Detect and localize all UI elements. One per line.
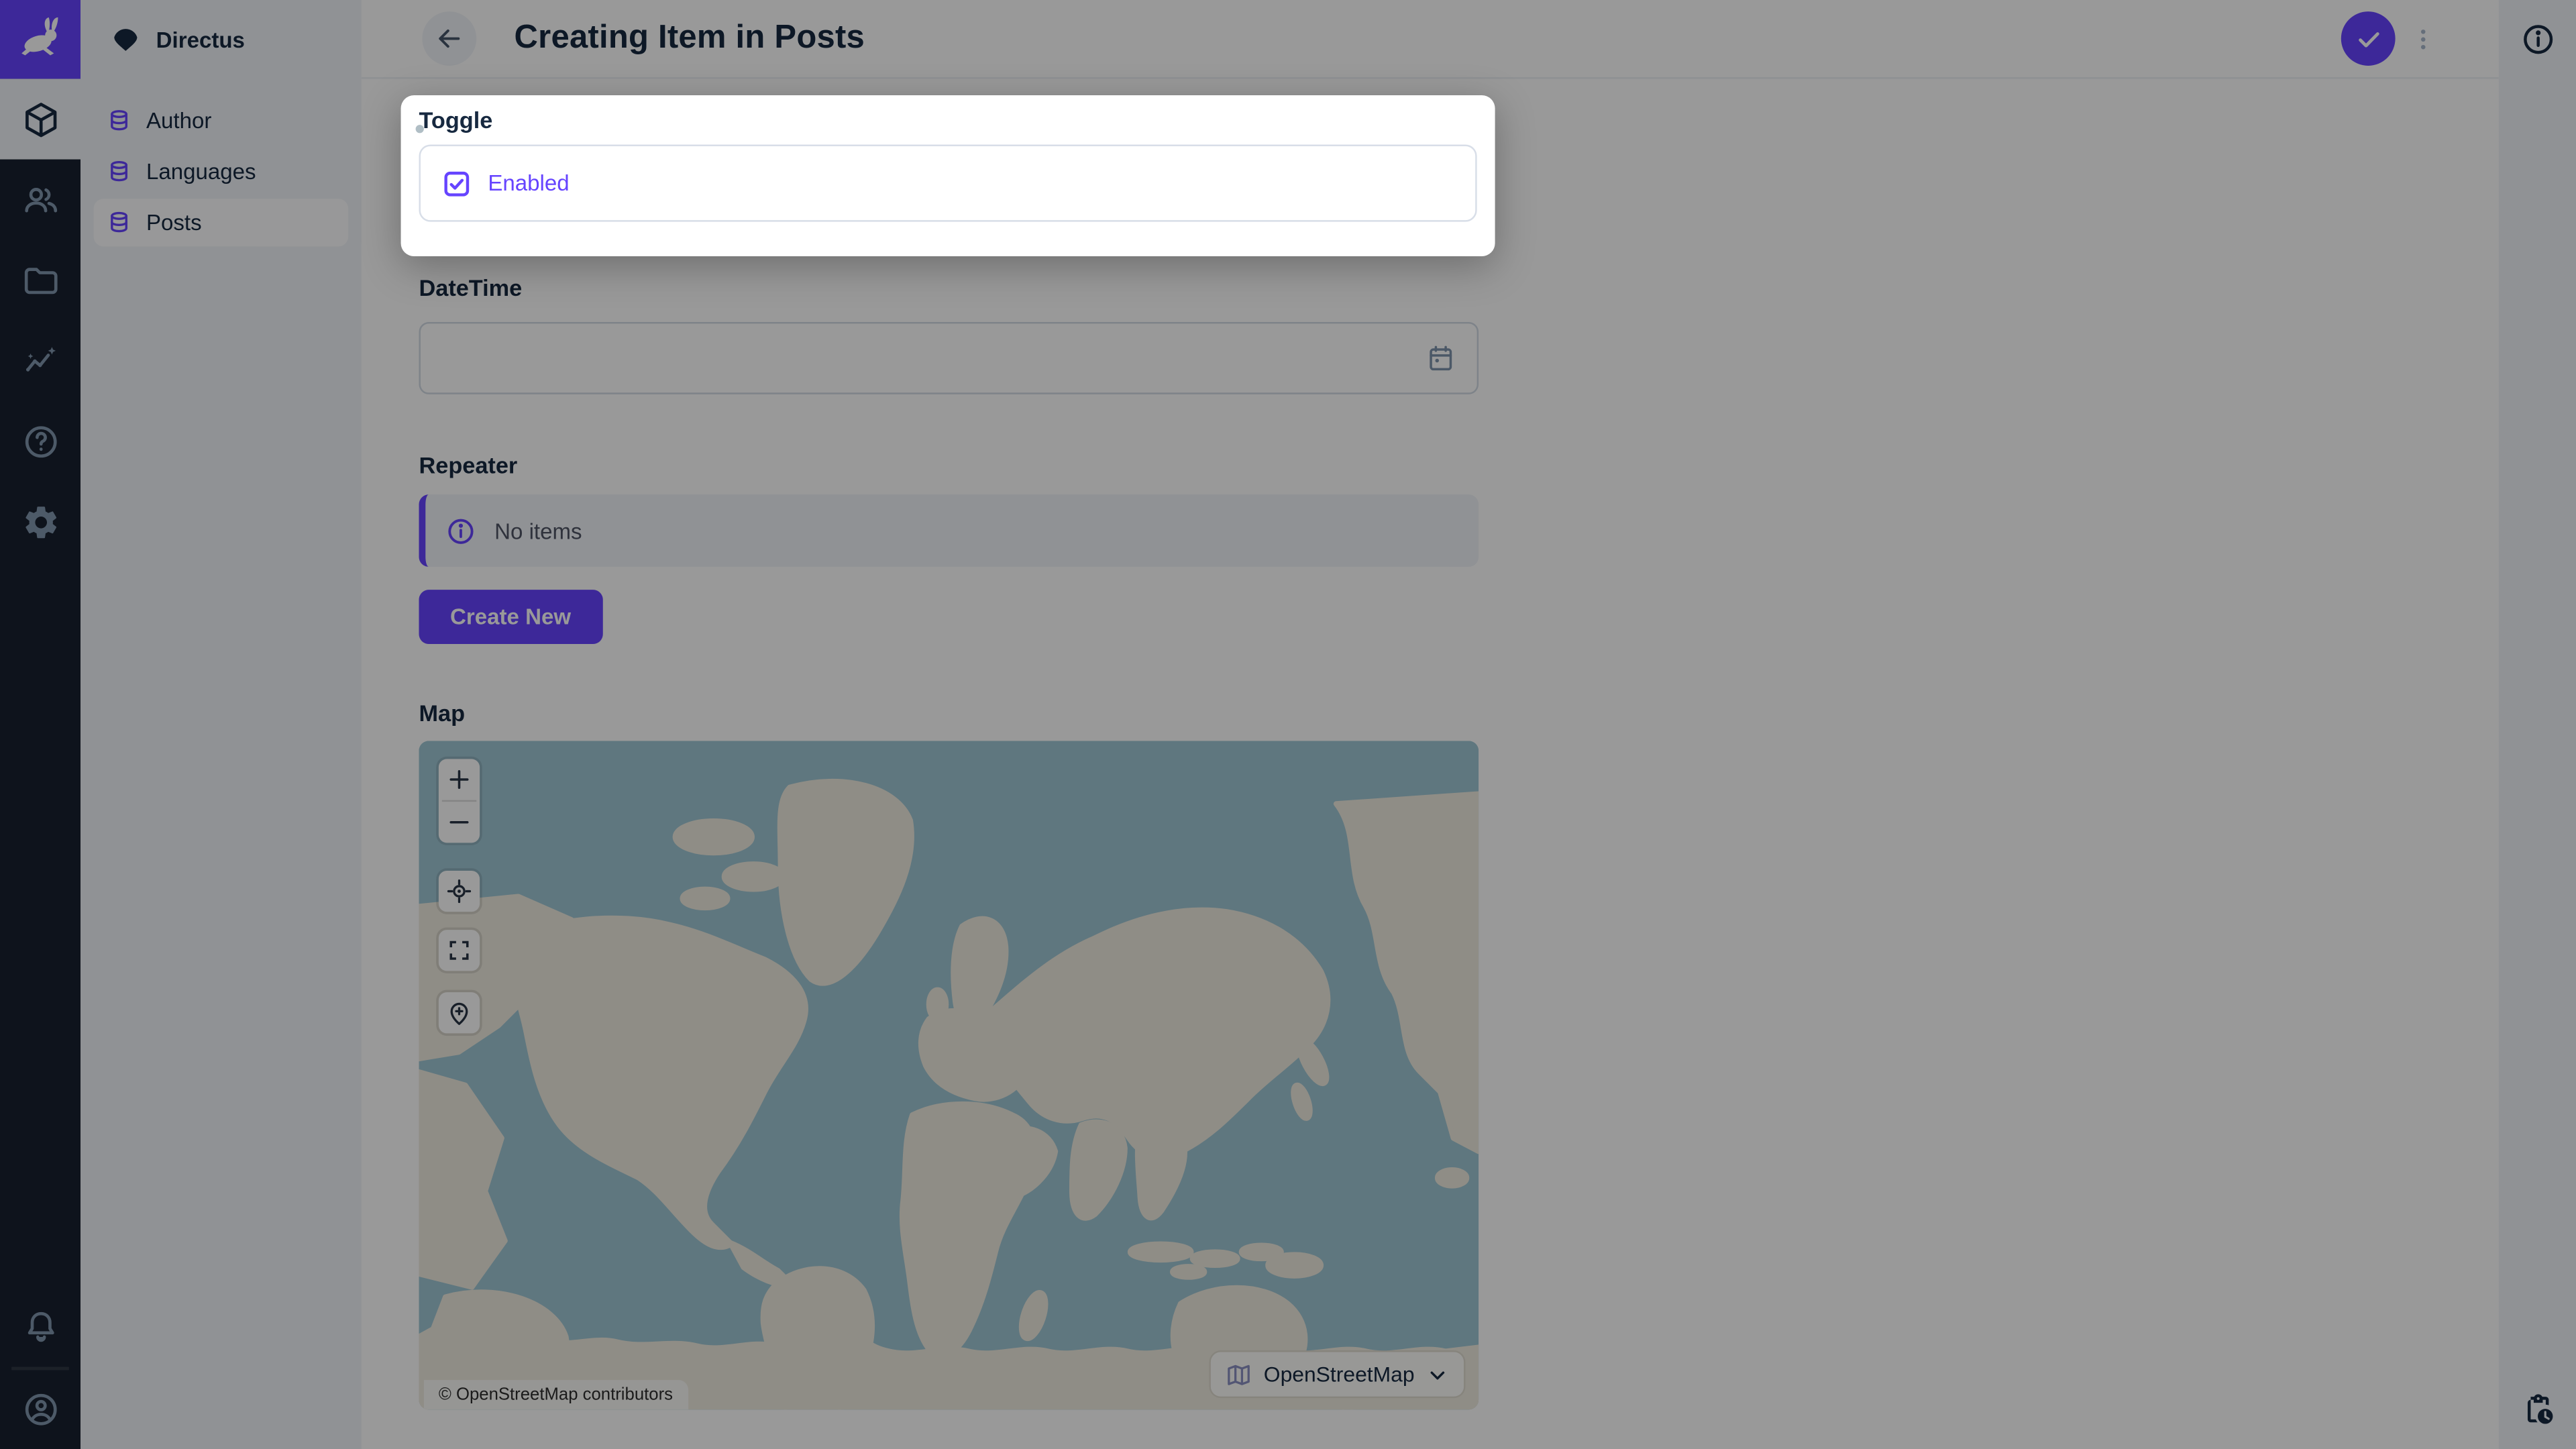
toggle-label: Toggle xyxy=(419,107,492,133)
toggle-field-spotlight: Toggle Enabled xyxy=(401,95,1495,256)
app-window: Directus Author xyxy=(0,0,2576,1449)
checkbox-label: Enabled xyxy=(488,171,569,196)
edited-dot xyxy=(416,125,424,133)
toggle-checkbox-field[interactable]: Enabled xyxy=(419,145,1477,222)
checkbox-checked-icon[interactable] xyxy=(442,168,472,198)
